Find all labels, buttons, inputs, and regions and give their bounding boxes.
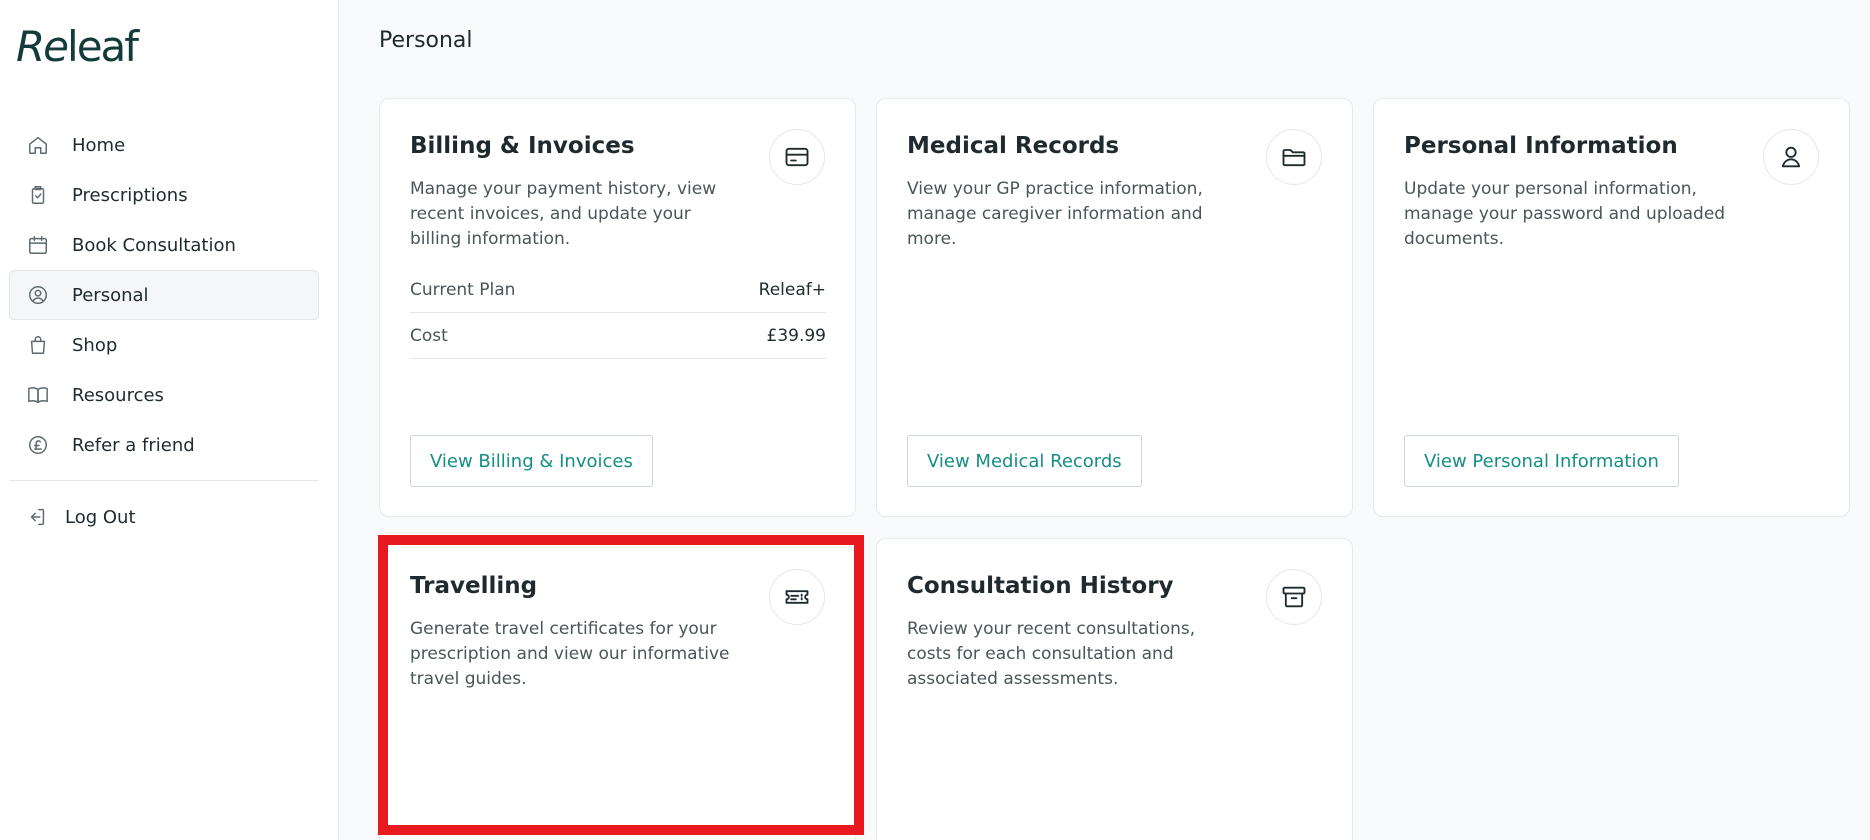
archive-icon — [1266, 569, 1322, 625]
sidebar-item-label: Book Consultation — [72, 234, 236, 256]
sidebar-item-home[interactable]: Home — [9, 120, 319, 170]
home-icon — [26, 133, 50, 157]
user-icon — [1763, 129, 1819, 185]
card-title: Billing & Invoices — [410, 133, 635, 159]
sidebar-item-label: Personal — [72, 284, 149, 306]
logout-label: Log Out — [65, 506, 136, 528]
view-personal-information-button[interactable]: View Personal Information — [1404, 435, 1679, 487]
plan-table: Current Plan Releaf+ Cost £39.99 — [410, 267, 826, 359]
plan-value: Releaf+ — [758, 279, 826, 300]
user-circle-icon — [26, 283, 50, 307]
ticket-icon — [769, 569, 825, 625]
card-title: Personal Information — [1404, 133, 1678, 159]
cost-label: Cost — [410, 325, 448, 346]
sidebar-divider — [9, 480, 319, 481]
sidebar-item-refer-a-friend[interactable]: Refer a friend — [9, 420, 319, 470]
card-title: Medical Records — [907, 133, 1120, 159]
view-billing-button[interactable]: View Billing & Invoices — [410, 435, 653, 487]
pound-circle-icon — [26, 433, 50, 457]
shopping-bag-icon — [26, 333, 50, 357]
logout-icon — [25, 505, 49, 529]
card-description: Update your personal information, manage… — [1404, 179, 1726, 249]
credit-card-icon — [769, 129, 825, 185]
billing-card: Billing & Invoices Manage your payment h… — [379, 98, 856, 517]
medical-records-card: Medical Records View your GP practice in… — [876, 98, 1353, 517]
card-description: Generate travel certificates for your pr… — [410, 619, 730, 689]
plan-row-cost: Cost £39.99 — [410, 313, 826, 359]
plan-row-current-plan: Current Plan Releaf+ — [410, 267, 826, 313]
sidebar-item-label: Refer a friend — [72, 434, 195, 456]
sidebar-item-shop[interactable]: Shop — [9, 320, 319, 370]
page-title: Personal — [379, 28, 473, 53]
calendar-icon — [26, 233, 50, 257]
plan-label: Current Plan — [410, 279, 516, 300]
sidebar-item-label: Home — [72, 134, 126, 156]
card-description: View your GP practice information, manag… — [907, 179, 1203, 249]
view-medical-records-button[interactable]: View Medical Records — [907, 435, 1142, 487]
sidebar-item-resources[interactable]: Resources — [9, 370, 319, 420]
card-description: Manage your payment history, view recent… — [410, 179, 717, 249]
book-icon — [26, 383, 50, 407]
sidebar-item-book-consultation[interactable]: Book Consultation — [9, 220, 319, 270]
sidebar: Releaf Home Prescriptions Book Consultat… — [0, 0, 339, 840]
sidebar-item-label: Shop — [72, 334, 118, 356]
sidebar-nav: Home Prescriptions Book Consultation Per… — [9, 120, 319, 470]
sidebar-item-label: Resources — [72, 384, 164, 406]
prescription-icon — [26, 183, 50, 207]
sidebar-item-label: Prescriptions — [72, 184, 188, 206]
card-description: Review your recent consultations, costs … — [907, 619, 1196, 689]
releaf-logo[interactable]: Releaf — [16, 22, 139, 71]
personal-information-card: Personal Information Update your persona… — [1373, 98, 1850, 517]
card-title: Travelling — [410, 573, 538, 599]
travelling-card[interactable]: Travelling Generate travel certificates … — [379, 538, 856, 840]
logo-suffix: leaf — [67, 22, 139, 71]
sidebar-item-personal[interactable]: Personal — [9, 270, 319, 320]
logo-prefix: Re — [16, 22, 69, 71]
logout-button[interactable]: Log Out — [9, 492, 319, 542]
cost-value: £39.99 — [766, 325, 826, 346]
consultation-history-card[interactable]: Consultation History Review your recent … — [876, 538, 1353, 840]
sidebar-item-prescriptions[interactable]: Prescriptions — [9, 170, 319, 220]
card-title: Consultation History — [907, 573, 1174, 599]
folder-icon — [1266, 129, 1322, 185]
